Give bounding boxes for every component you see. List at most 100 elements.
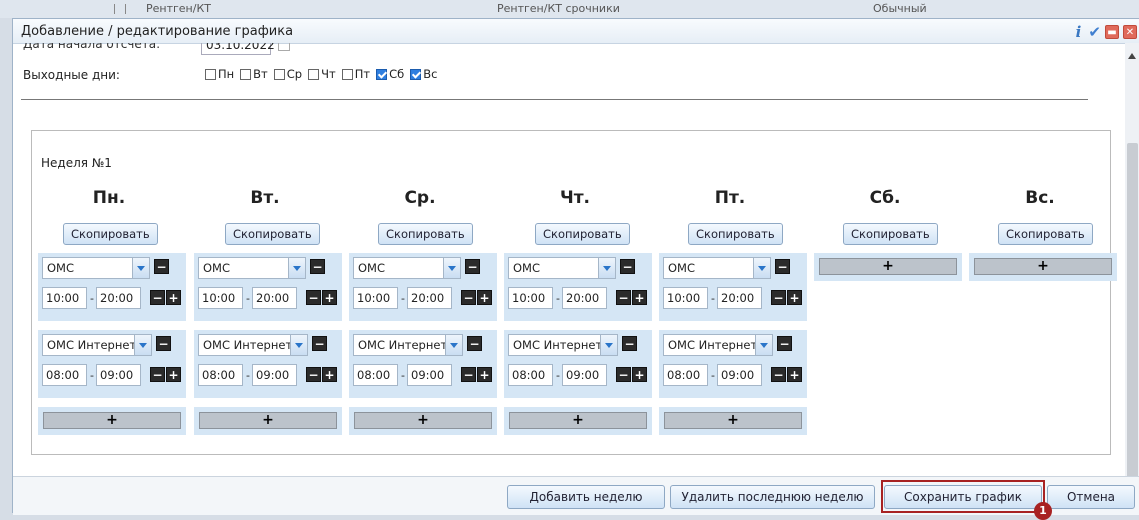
time-to-input[interactable]: 09:00 (717, 364, 762, 386)
copy-day-button[interactable]: Скопировать (225, 223, 320, 245)
dropdown-arrow-icon[interactable] (755, 335, 772, 355)
add-interval-button[interactable]: + (787, 367, 802, 382)
remove-interval-button[interactable]: − (150, 367, 165, 382)
remove-interval-button[interactable]: − (771, 367, 786, 382)
add-interval-button[interactable]: + (632, 367, 647, 382)
add-interval-button[interactable]: + (477, 367, 492, 382)
weekend-day-1[interactable]: Вт (240, 67, 268, 81)
time-from-input[interactable]: 08:00 (198, 364, 243, 386)
dropdown-arrow-icon[interactable] (443, 258, 460, 278)
remove-interval-button[interactable]: − (306, 290, 321, 305)
time-to-input[interactable]: 20:00 (96, 287, 141, 309)
remove-interval-button[interactable]: − (616, 367, 631, 382)
remove-slot-button[interactable]: − (465, 259, 480, 274)
slot-type-select[interactable]: ОМС (508, 257, 616, 279)
scroll-up-icon[interactable] (1128, 53, 1136, 59)
time-from-input[interactable]: 08:00 (508, 364, 553, 386)
time-from-input[interactable]: 10:00 (42, 287, 87, 309)
add-interval-button[interactable]: + (322, 290, 337, 305)
remove-slot-button[interactable]: − (777, 336, 792, 351)
weekend-day-6[interactable]: Вс (410, 67, 437, 81)
time-from-input[interactable]: 10:00 (198, 287, 243, 309)
info-icon[interactable]: i (1072, 23, 1084, 41)
add-slot-button[interactable]: + (354, 412, 492, 429)
remove-interval-button[interactable]: − (306, 367, 321, 382)
copy-day-button[interactable]: Скопировать (998, 223, 1093, 245)
copy-day-button[interactable]: Скопировать (688, 223, 783, 245)
remove-interval-button[interactable]: − (771, 290, 786, 305)
add-slot-button[interactable]: + (43, 412, 181, 429)
dropdown-arrow-icon[interactable] (445, 335, 462, 355)
weekend-checkbox[interactable] (410, 68, 422, 80)
add-interval-button[interactable]: + (787, 290, 802, 305)
time-to-input[interactable]: 09:00 (252, 364, 297, 386)
add-interval-button[interactable]: + (166, 367, 181, 382)
weekend-day-5[interactable]: Сб (376, 67, 404, 81)
add-week-button[interactable]: Добавить неделю (507, 485, 665, 509)
time-from-input[interactable]: 10:00 (508, 287, 553, 309)
time-from-input[interactable]: 10:00 (353, 287, 398, 309)
weekend-day-2[interactable]: Ср (273, 67, 302, 81)
remove-slot-button[interactable]: − (312, 336, 327, 351)
time-to-input[interactable]: 20:00 (407, 287, 452, 309)
calendar-icon[interactable] (278, 43, 290, 51)
weekend-checkbox[interactable] (308, 68, 320, 80)
time-to-input[interactable]: 20:00 (252, 287, 297, 309)
time-from-input[interactable]: 08:00 (42, 364, 87, 386)
remove-slot-button[interactable]: − (467, 336, 482, 351)
remove-slot-button[interactable]: − (154, 259, 169, 274)
time-to-input[interactable]: 20:00 (717, 287, 762, 309)
add-slot-button[interactable]: + (509, 412, 647, 429)
slot-type-select[interactable]: ОМС (42, 257, 150, 279)
remove-slot-button[interactable]: − (622, 336, 637, 351)
add-slot-button[interactable]: + (199, 412, 337, 429)
dropdown-arrow-icon[interactable] (288, 258, 305, 278)
add-interval-button[interactable]: + (322, 367, 337, 382)
weekend-day-4[interactable]: Пт (341, 67, 370, 81)
add-slot-button[interactable]: + (819, 258, 957, 275)
weekend-checkbox[interactable] (205, 68, 216, 80)
dropdown-arrow-icon[interactable] (134, 335, 151, 355)
time-to-input[interactable]: 20:00 (562, 287, 607, 309)
time-from-input[interactable]: 10:00 (663, 287, 708, 309)
dropdown-arrow-icon[interactable] (132, 258, 149, 278)
slot-type-select[interactable]: ОМС Интернет (353, 334, 463, 356)
add-slot-button[interactable]: + (664, 412, 802, 429)
scroll-thumb[interactable] (1127, 143, 1138, 483)
check-icon[interactable]: ✔ (1088, 23, 1101, 41)
dropdown-arrow-icon[interactable] (290, 335, 307, 355)
copy-day-button[interactable]: Скопировать (63, 223, 158, 245)
add-interval-button[interactable]: + (166, 290, 181, 305)
minimize-icon[interactable]: ▬ (1105, 25, 1119, 39)
time-to-input[interactable]: 09:00 (407, 364, 452, 386)
weekend-checkbox[interactable] (240, 68, 252, 80)
remove-interval-button[interactable]: − (461, 290, 476, 305)
weekend-checkbox[interactable] (273, 68, 285, 80)
close-icon[interactable]: ✕ (1123, 25, 1137, 39)
dropdown-arrow-icon[interactable] (598, 258, 615, 278)
time-to-input[interactable]: 09:00 (96, 364, 141, 386)
start-date-input[interactable]: 03.10.2022 (201, 43, 290, 55)
slot-type-select[interactable]: ОМС Интернет (198, 334, 308, 356)
cancel-button[interactable]: Отмена (1047, 485, 1135, 509)
copy-day-button[interactable]: Скопировать (378, 223, 473, 245)
copy-day-button[interactable]: Скопировать (535, 223, 630, 245)
remove-slot-button[interactable]: − (310, 259, 325, 274)
remove-slot-button[interactable]: − (156, 336, 171, 351)
remove-slot-button[interactable]: − (620, 259, 635, 274)
scrollbar[interactable] (1125, 43, 1139, 483)
add-interval-button[interactable]: + (632, 290, 647, 305)
remove-interval-button[interactable]: − (150, 290, 165, 305)
copy-day-button[interactable]: Скопировать (843, 223, 938, 245)
time-to-input[interactable]: 09:00 (562, 364, 607, 386)
time-from-input[interactable]: 08:00 (353, 364, 398, 386)
slot-type-select[interactable]: ОМС (663, 257, 771, 279)
slot-type-select[interactable]: ОМС Интернет (663, 334, 773, 356)
slot-type-select[interactable]: ОМС Интернет (42, 334, 152, 356)
remove-slot-button[interactable]: − (775, 259, 790, 274)
slot-type-select[interactable]: ОМС Интернет (508, 334, 618, 356)
slot-type-select[interactable]: ОМС (198, 257, 306, 279)
weekend-checkbox[interactable] (341, 68, 353, 80)
delete-last-week-button[interactable]: Удалить последнюю неделю (670, 485, 875, 509)
add-interval-button[interactable]: + (477, 290, 492, 305)
